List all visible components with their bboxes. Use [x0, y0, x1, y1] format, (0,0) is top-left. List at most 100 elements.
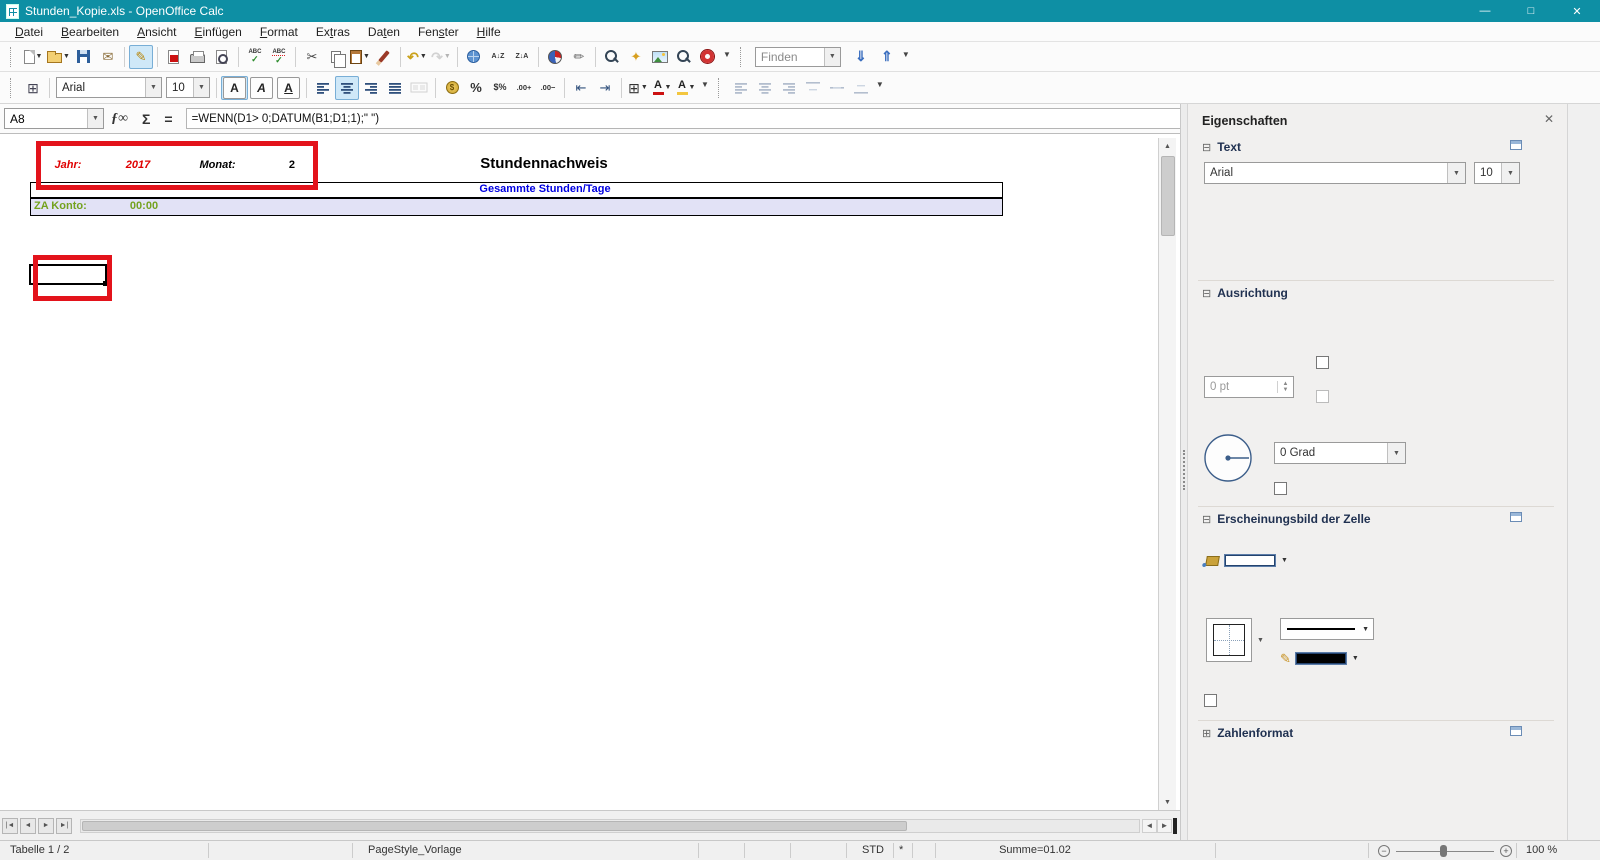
menu-datei[interactable]: Datei: [6, 23, 52, 41]
border-line-style-combo[interactable]: ▼: [1280, 618, 1374, 640]
menu-format[interactable]: Format: [251, 23, 307, 41]
format-paintbrush-button[interactable]: [372, 45, 396, 69]
sort-ascending-button[interactable]: A↓Z: [486, 45, 510, 69]
toolbar-overflow-icon[interactable]: ▼: [723, 50, 731, 59]
section-text[interactable]: ⊟ Text: [1202, 140, 1241, 154]
rotation-combo[interactable]: 0 Grad ▼: [1274, 442, 1406, 464]
formula-input[interactable]: =WENN(D1> 0;DATUM(B1;D1;1);" "): [185, 108, 1180, 129]
next-sheet-icon[interactable]: ►: [38, 817, 54, 834]
show-draw-functions-button[interactable]: ✏: [567, 45, 591, 69]
merge-cells-checkbox[interactable]: [1316, 390, 1329, 403]
chevron-down-icon[interactable]: ▼: [823, 47, 840, 66]
object-align-right-button[interactable]: [777, 76, 801, 100]
delete-decimal-place-button[interactable]: .00−: [536, 76, 560, 100]
find-replace-button[interactable]: [600, 45, 624, 69]
align-left-button[interactable]: [311, 76, 335, 100]
find-input[interactable]: Finden ▼: [754, 46, 841, 67]
help-button[interactable]: [696, 45, 720, 69]
paste-button[interactable]: ▼: [348, 45, 372, 69]
menu-ansicht[interactable]: Ansicht: [128, 23, 185, 41]
increase-indent-button[interactable]: ⇥: [593, 76, 617, 100]
insert-mode[interactable]: STD: [862, 844, 884, 856]
menu-fenster[interactable]: Fenster: [409, 23, 468, 41]
underline-button[interactable]: A: [275, 76, 302, 100]
previous-sheet-icon[interactable]: ◄: [20, 817, 36, 834]
new-document-button[interactable]: ▼: [21, 45, 45, 69]
section-number-format[interactable]: ⊞ Zahlenformat: [1202, 726, 1293, 740]
summary-values-band[interactable]: ZA Konto: 00:00: [30, 198, 1003, 216]
number-format-dialog-launcher-icon[interactable]: [1510, 726, 1522, 736]
align-center-button[interactable]: [335, 75, 359, 100]
toolbar-overflow-icon[interactable]: ▼: [876, 80, 884, 89]
open-button[interactable]: ▼: [45, 45, 72, 69]
wrap-text-checkbox[interactable]: [1316, 356, 1329, 369]
chevron-down-icon[interactable]: ▼: [1254, 632, 1267, 648]
chevron-down-icon[interactable]: ▼: [145, 78, 161, 97]
close-button[interactable]: ✕: [1554, 0, 1600, 22]
scroll-left-icon[interactable]: ◄: [1142, 818, 1157, 833]
sheet-position[interactable]: Tabelle 1 / 2: [10, 844, 69, 856]
vertical-scroll-thumb[interactable]: [1161, 156, 1175, 236]
menu-einfgen[interactable]: Einfügen: [185, 23, 250, 41]
font-name-combo[interactable]: Arial ▼: [56, 77, 162, 98]
font-color-button[interactable]: A ▼: [650, 76, 674, 100]
align-right-button[interactable]: [359, 76, 383, 100]
toolbar-overflow-icon[interactable]: ▼: [701, 80, 709, 89]
text-dialog-launcher-icon[interactable]: [1510, 140, 1522, 150]
find-previous-button[interactable]: ⇑: [875, 45, 899, 69]
chevron-down-icon[interactable]: ▼: [1447, 163, 1465, 183]
navigator-button[interactable]: ✦: [624, 45, 648, 69]
object-align-bottom-button[interactable]: [849, 76, 873, 100]
chevron-down-icon[interactable]: ▼: [87, 109, 103, 128]
percent-format-button[interactable]: %: [464, 76, 488, 100]
standard-format-button[interactable]: $%: [488, 76, 512, 100]
menu-hilfe[interactable]: Hilfe: [468, 23, 510, 41]
edit-mode-button[interactable]: ✎: [128, 44, 153, 69]
save-button[interactable]: [72, 45, 96, 69]
minimize-button[interactable]: —: [1462, 0, 1508, 22]
equals-icon[interactable]: =: [164, 111, 172, 127]
stacked-checkbox[interactable]: [1274, 482, 1287, 495]
sort-descending-button[interactable]: Z↓A: [510, 45, 534, 69]
merge-cells-button[interactable]: [407, 76, 431, 100]
section-alignment[interactable]: ⊟ Ausrichtung: [1202, 286, 1288, 300]
object-align-middle-button[interactable]: [825, 76, 849, 100]
scroll-up-icon[interactable]: ▲: [1159, 138, 1176, 154]
zoom-button[interactable]: [672, 45, 696, 69]
split-handle[interactable]: [1173, 817, 1177, 834]
font-size-combo[interactable]: 10 ▼: [166, 77, 210, 98]
zoom-in-icon[interactable]: +: [1500, 845, 1512, 857]
menu-bearbeiten[interactable]: Bearbeiten: [52, 23, 128, 41]
gallery-button[interactable]: [648, 45, 672, 69]
page-style[interactable]: PageStyle_Vorlage: [368, 844, 462, 856]
panel-close-icon[interactable]: ✕: [1544, 112, 1554, 126]
align-justify-button[interactable]: [383, 76, 407, 100]
find-next-button[interactable]: ⇓: [849, 45, 873, 69]
gridlines-checkbox[interactable]: [1204, 694, 1217, 707]
horizontal-scrollbar[interactable]: [80, 818, 1140, 833]
object-align-left-button[interactable]: [729, 76, 753, 100]
border-color-dropdown[interactable]: ✎ ▼: [1280, 652, 1359, 665]
scroll-right-icon[interactable]: ►: [1157, 818, 1172, 833]
currency-format-button[interactable]: $: [440, 76, 464, 100]
insert-chart-button[interactable]: [543, 45, 567, 69]
object-align-top-button[interactable]: [801, 76, 825, 100]
function-wizard-icon[interactable]: ƒ∞: [111, 111, 128, 127]
chevron-down-icon[interactable]: ▼: [1501, 163, 1519, 183]
chevron-down-icon[interactable]: ▼: [1387, 443, 1405, 463]
auto-spellcheck-button[interactable]: ABC ✓: [267, 45, 291, 69]
sheet-title[interactable]: Stundennachweis: [334, 152, 754, 174]
cell-background-dropdown[interactable]: ▼: [1205, 554, 1288, 567]
sheet-grid[interactable]: Jahr: 2017 Monat: 2 Stundennachweis Gesa…: [0, 138, 1176, 810]
selection-sum[interactable]: Summe=01.02: [955, 844, 1115, 856]
redo-button[interactable]: ↷ ▼: [429, 45, 453, 69]
sidebar-grid-button[interactable]: ⊞: [21, 76, 45, 100]
add-decimal-place-button[interactable]: .00+: [512, 76, 536, 100]
section-cell-appearance[interactable]: ⊟ Erscheinungsbild der Zelle: [1202, 512, 1371, 526]
sidebar-font-name-combo[interactable]: Arial ▼: [1204, 162, 1466, 184]
cut-button[interactable]: ✂: [300, 45, 324, 69]
sidebar-font-size-combo[interactable]: 10 ▼: [1474, 162, 1520, 184]
spellcheck-button[interactable]: ABC ✓: [243, 45, 267, 69]
sidebar-splitter[interactable]: [1180, 104, 1187, 840]
zoom-out-icon[interactable]: −: [1378, 845, 1390, 857]
